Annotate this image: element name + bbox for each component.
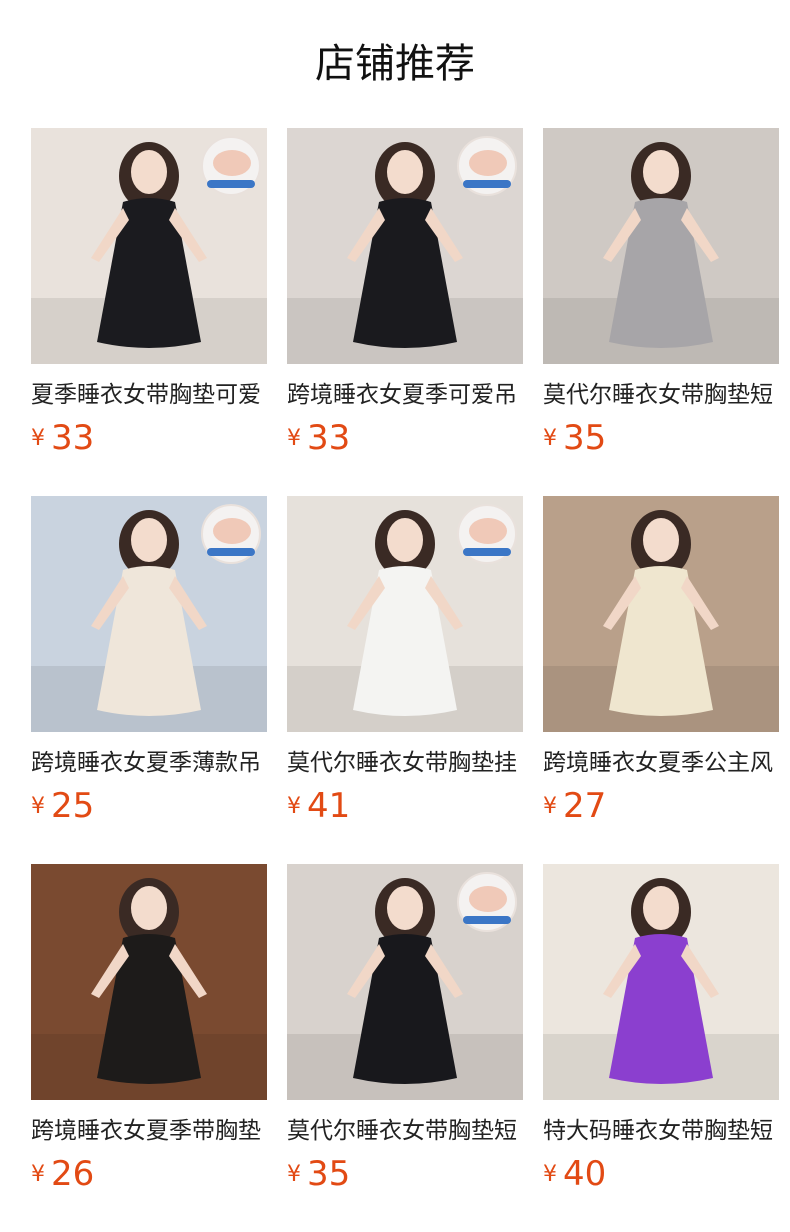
product-price: ¥40	[543, 1154, 606, 1194]
product-price: ¥35	[543, 418, 606, 458]
product-card[interactable]: 跨境睡衣女夏季公主风 ¥27	[543, 496, 779, 826]
price-value: 35	[307, 1154, 351, 1194]
shop-recommendation-page: 店铺推荐 夏季睡衣女带胸垫可爱 ¥33 跨境睡衣女夏季可爱吊 ¥33 莫代尔睡衣女带胸垫…	[0, 0, 790, 1232]
chest-pad-badge-icon	[201, 504, 261, 564]
chest-pad-badge-icon	[201, 136, 261, 196]
chest-pad-badge-icon	[457, 136, 517, 196]
product-title[interactable]: 跨境睡衣女夏季带胸垫	[31, 1114, 267, 1148]
product-title[interactable]: 跨境睡衣女夏季薄款吊	[31, 746, 267, 780]
section-title: 店铺推荐	[315, 41, 475, 87]
currency-symbol: ¥	[31, 426, 45, 451]
product-image[interactable]	[543, 864, 779, 1100]
price-value: 33	[307, 418, 351, 458]
product-card[interactable]: 特大码睡衣女带胸垫短 ¥40	[543, 864, 779, 1194]
price-value: 35	[563, 418, 607, 458]
product-photo-illustration	[543, 510, 779, 732]
product-title[interactable]: 莫代尔睡衣女带胸垫短	[543, 378, 779, 412]
product-card[interactable]: 莫代尔睡衣女带胸垫短 ¥35	[543, 128, 779, 458]
currency-symbol: ¥	[543, 1162, 557, 1187]
product-image[interactable]	[31, 128, 267, 364]
product-card[interactable]: 莫代尔睡衣女带胸垫挂 ¥41	[287, 496, 523, 826]
product-image[interactable]	[287, 496, 523, 732]
currency-symbol: ¥	[287, 1162, 301, 1187]
price-value: 26	[51, 1154, 95, 1194]
price-value: 33	[51, 418, 95, 458]
currency-symbol: ¥	[543, 794, 557, 819]
product-price: ¥26	[31, 1154, 94, 1194]
product-photo-illustration	[543, 142, 779, 364]
product-image[interactable]	[287, 128, 523, 364]
product-price: ¥35	[287, 1154, 350, 1194]
currency-symbol: ¥	[287, 426, 301, 451]
product-grid: 夏季睡衣女带胸垫可爱 ¥33 跨境睡衣女夏季可爱吊 ¥33 莫代尔睡衣女带胸垫短 ¥35 跨…	[31, 128, 779, 1194]
chest-pad-badge-icon	[457, 872, 517, 932]
chest-pad-badge-icon	[457, 504, 517, 564]
price-value: 40	[563, 1154, 607, 1194]
product-image[interactable]	[31, 864, 267, 1100]
product-image[interactable]	[543, 496, 779, 732]
currency-symbol: ¥	[287, 794, 301, 819]
product-card[interactable]: 莫代尔睡衣女带胸垫短 ¥35	[287, 864, 523, 1194]
product-photo-illustration	[543, 878, 779, 1100]
product-image[interactable]	[543, 128, 779, 364]
product-title[interactable]: 跨境睡衣女夏季可爱吊	[287, 378, 523, 412]
currency-symbol: ¥	[31, 794, 45, 819]
product-title[interactable]: 夏季睡衣女带胸垫可爱	[31, 378, 267, 412]
product-price: ¥27	[543, 786, 606, 826]
price-value: 27	[563, 786, 607, 826]
product-card[interactable]: 跨境睡衣女夏季可爱吊 ¥33	[287, 128, 523, 458]
currency-symbol: ¥	[31, 1162, 45, 1187]
product-price: ¥33	[287, 418, 350, 458]
product-photo-illustration	[31, 878, 267, 1100]
product-title[interactable]: 莫代尔睡衣女带胸垫挂	[287, 746, 523, 780]
product-price: ¥25	[31, 786, 94, 826]
product-image[interactable]	[287, 864, 523, 1100]
price-value: 25	[51, 786, 95, 826]
product-title[interactable]: 莫代尔睡衣女带胸垫短	[287, 1114, 523, 1148]
product-price: ¥41	[287, 786, 350, 826]
product-title[interactable]: 跨境睡衣女夏季公主风	[543, 746, 779, 780]
product-card[interactable]: 跨境睡衣女夏季薄款吊 ¥25	[31, 496, 267, 826]
product-title[interactable]: 特大码睡衣女带胸垫短	[543, 1114, 779, 1148]
product-card[interactable]: 跨境睡衣女夏季带胸垫 ¥26	[31, 864, 267, 1194]
currency-symbol: ¥	[543, 426, 557, 451]
product-card[interactable]: 夏季睡衣女带胸垫可爱 ¥33	[31, 128, 267, 458]
price-value: 41	[307, 786, 351, 826]
product-price: ¥33	[31, 418, 94, 458]
product-image[interactable]	[31, 496, 267, 732]
